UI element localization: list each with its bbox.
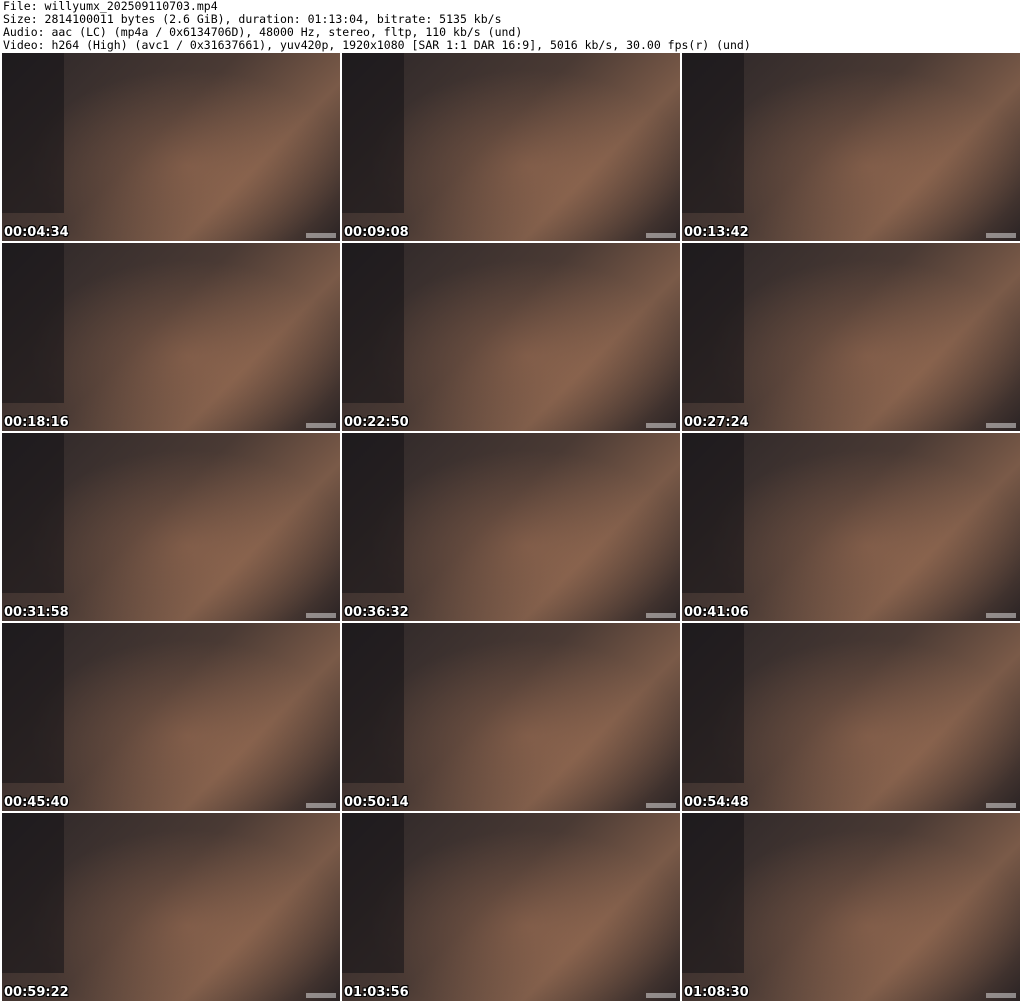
thumbnail-grid: 00:04:34 00:09:08 00:13:42 00:18:16 00:22:50… [2, 53, 1020, 1001]
timestamp-label: 00:59:22 [4, 985, 69, 1000]
overlay-panel [682, 53, 744, 213]
overlay-panel [2, 433, 64, 593]
timestamp-label: 00:18:16 [4, 415, 69, 430]
watermark [646, 993, 676, 998]
overlay-panel [342, 53, 404, 213]
watermark [986, 233, 1016, 238]
overlay-panel [2, 813, 64, 973]
overlay-panel [342, 813, 404, 973]
video-thumbnail: 00:54:48 [682, 623, 1020, 811]
video-thumbnail: 00:18:16 [2, 243, 340, 431]
video-info: Video: h264 (High) (avc1 / 0x31637661), … [3, 38, 751, 52]
watermark [306, 993, 336, 998]
overlay-panel [2, 623, 64, 783]
watermark [306, 233, 336, 238]
timestamp-label: 00:54:48 [684, 795, 749, 810]
overlay-panel [342, 243, 404, 403]
video-thumbnail: 00:41:06 [682, 433, 1020, 621]
video-thumbnail: 00:27:24 [682, 243, 1020, 431]
overlay-panel [682, 243, 744, 403]
watermark [646, 423, 676, 428]
timestamp-label: 00:50:14 [344, 795, 409, 810]
watermark [986, 993, 1016, 998]
watermark [306, 803, 336, 808]
video-thumbnail: 00:50:14 [342, 623, 680, 811]
overlay-panel [2, 243, 64, 403]
timestamp-label: 00:45:40 [4, 795, 69, 810]
video-thumbnail: 00:09:08 [342, 53, 680, 241]
video-thumbnail: 00:36:32 [342, 433, 680, 621]
watermark [986, 613, 1016, 618]
timestamp-label: 00:36:32 [344, 605, 409, 620]
timestamp-label: 00:13:42 [684, 225, 749, 240]
overlay-panel [682, 813, 744, 973]
timestamp-label: 00:22:50 [344, 415, 409, 430]
timestamp-label: 00:41:06 [684, 605, 749, 620]
video-thumbnail: 01:03:56 [342, 813, 680, 1001]
video-thumbnail: 00:59:22 [2, 813, 340, 1001]
timestamp-label: 01:08:30 [684, 985, 749, 1000]
video-thumbnail: 00:04:34 [2, 53, 340, 241]
file-info-header: File: willyumx_202509110703.mp4 Size: 28… [3, 0, 751, 52]
video-thumbnail: 00:13:42 [682, 53, 1020, 241]
timestamp-label: 00:31:58 [4, 605, 69, 620]
video-thumbnail: 01:08:30 [682, 813, 1020, 1001]
overlay-panel [682, 433, 744, 593]
video-thumbnail: 00:45:40 [2, 623, 340, 811]
timestamp-label: 01:03:56 [344, 985, 409, 1000]
timestamp-label: 00:27:24 [684, 415, 749, 430]
overlay-panel [682, 623, 744, 783]
timestamp-label: 00:09:08 [344, 225, 409, 240]
video-thumbnail: 00:22:50 [342, 243, 680, 431]
watermark [646, 613, 676, 618]
watermark [986, 803, 1016, 808]
overlay-panel [342, 623, 404, 783]
video-thumbnail: 00:31:58 [2, 433, 340, 621]
overlay-panel [342, 433, 404, 593]
watermark [646, 233, 676, 238]
watermark [306, 423, 336, 428]
watermark [986, 423, 1016, 428]
watermark [306, 613, 336, 618]
watermark [646, 803, 676, 808]
timestamp-label: 00:04:34 [4, 225, 69, 240]
overlay-panel [2, 53, 64, 213]
